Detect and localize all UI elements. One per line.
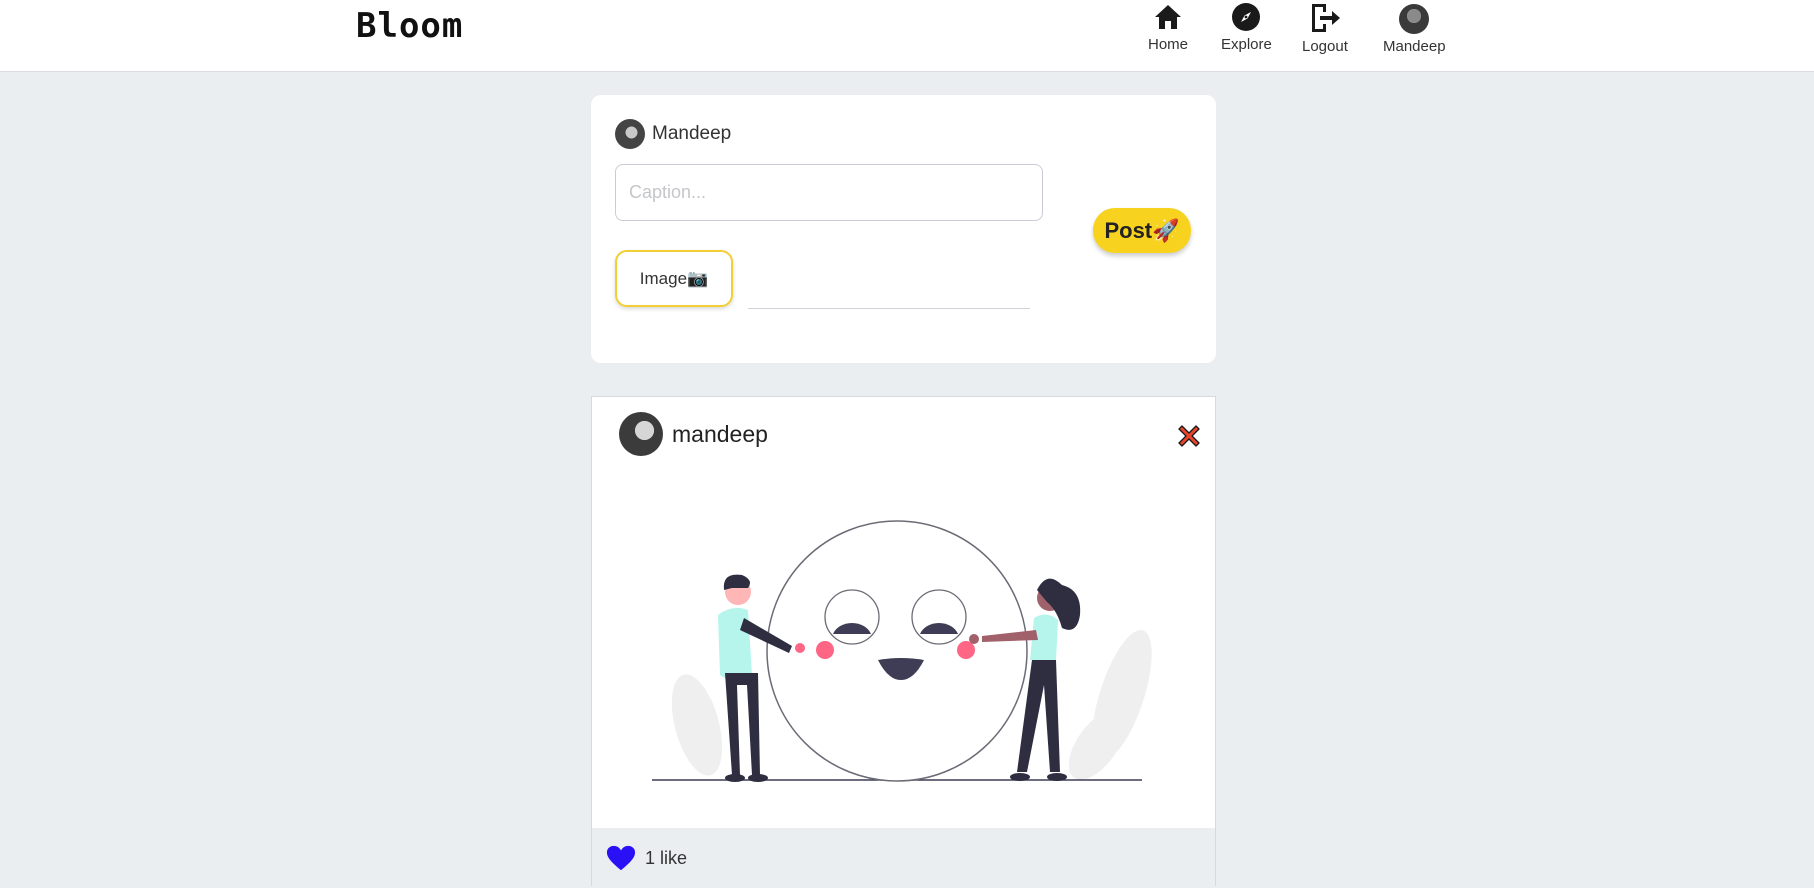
nav-profile[interactable]: Mandeep xyxy=(1383,2,1446,55)
like-count: 1 like xyxy=(645,848,688,868)
create-post-username: Mandeep xyxy=(652,123,732,144)
top-navbar: Bloom Home Explore Logout Mandeep xyxy=(0,0,1814,72)
logout-icon xyxy=(1311,4,1340,32)
nav-home-label: Home xyxy=(1148,36,1189,53)
nav-logout-label: Logout xyxy=(1302,38,1348,55)
avatar[interactable] xyxy=(619,412,663,456)
nav-logout[interactable]: Logout xyxy=(1302,2,1348,55)
post-header: mandeep xyxy=(619,412,768,456)
file-name-underline xyxy=(748,308,1030,309)
post-button[interactable]: Post🚀 xyxy=(1093,208,1191,253)
caption-input[interactable] xyxy=(615,164,1043,221)
create-post-user: Mandeep xyxy=(615,119,731,149)
delete-post-icon[interactable] xyxy=(1176,423,1202,449)
nav-explore-label: Explore xyxy=(1221,36,1272,53)
compass-icon xyxy=(1232,3,1261,31)
nav-home[interactable]: Home xyxy=(1148,2,1188,53)
app-logo[interactable]: Bloom xyxy=(356,6,463,46)
avatar xyxy=(615,119,645,149)
image-upload-button[interactable]: Image📷 xyxy=(615,250,733,307)
nav-explore[interactable]: Explore xyxy=(1221,2,1272,53)
post-card: mandeep 1 like xyxy=(591,396,1216,888)
post-footer: 1 like xyxy=(592,828,1215,888)
avatar xyxy=(1399,4,1430,34)
post-author[interactable]: mandeep xyxy=(672,421,768,448)
create-post-card: Mandeep Image📷 Post🚀 xyxy=(591,95,1216,363)
home-icon xyxy=(1155,5,1181,29)
heart-icon[interactable] xyxy=(606,844,636,872)
post-image-illustration xyxy=(652,520,1152,782)
nav-profile-label: Mandeep xyxy=(1383,38,1446,55)
